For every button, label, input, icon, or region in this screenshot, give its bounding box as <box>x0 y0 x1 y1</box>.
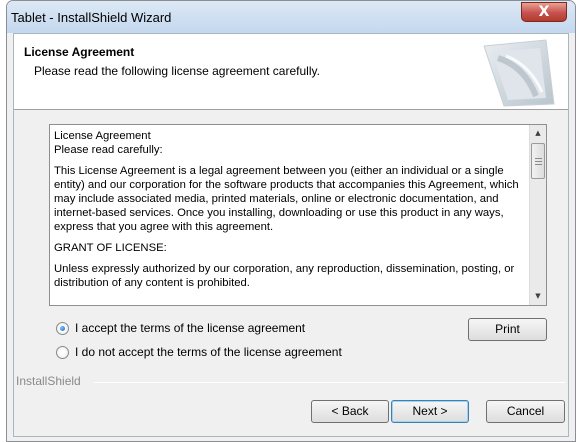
grip-line <box>535 164 542 165</box>
installshield-brand-label: InstallShield <box>16 374 81 388</box>
license-paragraph-2: Unless expressly authorized by our corpo… <box>54 263 515 289</box>
page-title: License Agreement <box>24 45 135 59</box>
grip-line <box>535 161 542 162</box>
print-button[interactable]: Print <box>468 318 547 341</box>
accept-label[interactable]: I accept the terms of the license agreem… <box>75 321 305 335</box>
accept-option[interactable]: I accept the terms of the license agreem… <box>56 320 305 336</box>
license-paragraph-1: This License Agreement is a legal agreem… <box>54 165 519 233</box>
license-text-area[interactable]: License Agreement Please read carefully:… <box>49 124 547 306</box>
next-button[interactable]: Next > <box>391 400 469 423</box>
window-title: Tablet - InstallShield Wizard <box>11 10 172 25</box>
close-icon: X <box>538 4 550 20</box>
decline-radio[interactable] <box>56 345 69 359</box>
grip-line <box>535 158 542 159</box>
page-subtitle: Please read the following license agreem… <box>34 64 320 78</box>
license-scrollbar[interactable]: ▲ ▼ <box>529 125 546 305</box>
wizard-header: License Agreement Please read the follow… <box>14 34 568 110</box>
installshield-banner-graphic <box>483 39 555 107</box>
close-button[interactable]: X <box>521 2 567 22</box>
scroll-thumb[interactable] <box>531 143 545 179</box>
decline-option[interactable]: I do not accept the terms of the license… <box>56 344 342 360</box>
wizard-client-area: License Agreement Please read the follow… <box>13 33 569 437</box>
accept-radio[interactable] <box>56 321 69 335</box>
license-grant-heading: GRANT OF LICENSE: <box>54 242 167 254</box>
scroll-up-icon[interactable]: ▲ <box>530 125 546 142</box>
license-text: License Agreement Please read carefully:… <box>54 129 528 297</box>
scroll-down-icon[interactable]: ▼ <box>530 288 546 305</box>
license-heading: License Agreement <box>54 130 151 142</box>
installer-window: Tablet - InstallShield Wizard X License … <box>6 0 576 442</box>
license-intro: Please read carefully: <box>54 144 163 156</box>
footer-divider <box>94 382 565 383</box>
decline-label[interactable]: I do not accept the terms of the license… <box>75 345 342 359</box>
title-bar[interactable]: Tablet - InstallShield Wizard X <box>7 1 575 33</box>
back-button[interactable]: < Back <box>311 400 389 423</box>
cancel-button[interactable]: Cancel <box>486 400 565 423</box>
